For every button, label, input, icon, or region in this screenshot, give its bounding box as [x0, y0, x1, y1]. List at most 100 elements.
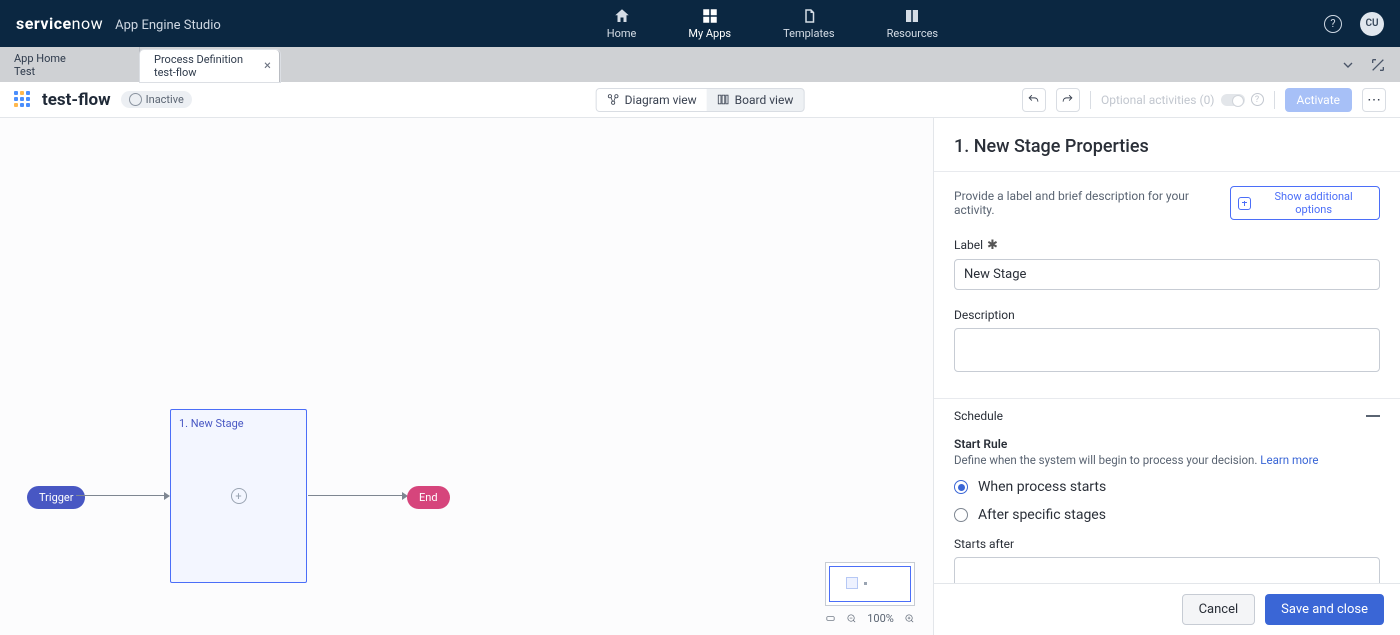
schedule-section: Start Rule Define when the system will b…: [934, 433, 1400, 583]
chevron-down-icon[interactable]: [1340, 57, 1356, 73]
tab-app-home[interactable]: App Home Test: [0, 47, 140, 82]
expand-icon[interactable]: [1370, 57, 1386, 73]
panel-footer: Cancel Save and close: [934, 583, 1400, 635]
zoom-in-icon[interactable]: [904, 613, 915, 624]
diagram-view-icon: [607, 93, 620, 106]
collapse-icon[interactable]: [1366, 415, 1380, 417]
undo-button[interactable]: [1022, 88, 1046, 112]
zoom-handle-icon[interactable]: [825, 613, 836, 624]
info-icon[interactable]: ?: [1251, 93, 1264, 106]
brand-logo: servicenow: [16, 14, 103, 33]
schedule-header: Schedule: [954, 409, 1003, 423]
add-activity-button[interactable]: +: [231, 488, 247, 504]
description-field: Description: [954, 308, 1380, 376]
show-additional-options-button[interactable]: Show additional options: [1230, 186, 1380, 220]
stage-node[interactable]: 1. New Stage +: [170, 409, 307, 583]
nav-center: Home My Apps Templates Resources: [221, 3, 1324, 44]
label-input[interactable]: [954, 259, 1380, 290]
tab-process-definition[interactable]: Process Definition test-flow ×: [140, 50, 280, 82]
apps-grid-icon: [701, 7, 719, 25]
save-and-close-button[interactable]: Save and close: [1265, 594, 1384, 625]
radio-icon: [954, 508, 968, 522]
minimap[interactable]: [825, 562, 915, 606]
flow-toolbar: test-flow Inactive Diagram view Board vi…: [0, 82, 1400, 118]
separator: [1090, 91, 1091, 109]
tab-process-sub: test-flow: [154, 66, 265, 79]
tab-app-home-sub: Test: [14, 65, 125, 78]
redo-icon: [1061, 93, 1074, 106]
tab-app-home-title: App Home: [14, 52, 125, 65]
diagram-view-button[interactable]: Diagram view: [597, 89, 707, 111]
nav-right: ? CU: [1324, 12, 1384, 36]
minimap-node: [864, 582, 867, 585]
panel-body: Provide a label and brief description fo…: [934, 171, 1400, 583]
minimap-stage: [846, 577, 858, 589]
diagram-canvas[interactable]: Trigger 1. New Stage + End 100%: [0, 118, 933, 635]
board-view-button[interactable]: Board view: [707, 89, 804, 111]
status-badge: Inactive: [121, 91, 192, 108]
brand-product: App Engine Studio: [115, 18, 221, 33]
starts-after-field: Starts after: [954, 537, 1380, 583]
label-field-label: Label✱: [954, 238, 1380, 253]
optional-activities-label: Optional activities (0) ?: [1101, 93, 1264, 107]
redo-button[interactable]: [1056, 88, 1080, 112]
nav-resources-label: Resources: [887, 27, 939, 40]
connector: [308, 495, 406, 496]
brand: servicenow App Engine Studio: [16, 14, 221, 33]
radio-when-process-starts[interactable]: When process starts: [954, 479, 1380, 495]
schedule-header-row[interactable]: Schedule: [934, 399, 1400, 433]
radio-after-specific-stages[interactable]: After specific stages: [954, 507, 1380, 523]
zoom-percent: 100%: [867, 612, 894, 625]
tab-strip: App Home Test Process Definition test-fl…: [0, 47, 1400, 82]
home-icon: [613, 7, 631, 25]
activate-button[interactable]: Activate: [1285, 88, 1353, 112]
zoom-out-icon[interactable]: [846, 613, 857, 624]
top-nav: servicenow App Engine Studio Home My App…: [0, 0, 1400, 47]
main-area: Trigger 1. New Stage + End 100% 1. New: [0, 118, 1400, 635]
radio-icon: [954, 480, 968, 494]
starts-after-label: Starts after: [954, 537, 1380, 551]
optional-activities-toggle[interactable]: [1221, 94, 1245, 106]
board-view-icon: [717, 93, 730, 106]
nav-templates-label: Templates: [783, 27, 834, 40]
stage-node-title: 1. New Stage: [171, 410, 306, 437]
close-tab-icon[interactable]: ×: [264, 59, 271, 74]
separator: [1274, 91, 1275, 109]
templates-icon: [800, 7, 818, 25]
nav-home-label: Home: [607, 27, 637, 40]
nav-resources[interactable]: Resources: [881, 3, 945, 44]
minimap-viewport: [829, 566, 911, 602]
panel-title: 1. New Stage Properties: [934, 118, 1400, 171]
board-view-label: Board view: [735, 93, 794, 107]
learn-more-link[interactable]: Learn more: [1260, 453, 1318, 467]
zoom-controls: 100%: [825, 606, 915, 625]
end-node[interactable]: End: [407, 486, 450, 509]
panel-help-text: Provide a label and brief description fo…: [954, 189, 1230, 217]
nav-home[interactable]: Home: [601, 3, 643, 44]
properties-panel: 1. New Stage Properties Provide a label …: [933, 118, 1400, 635]
nav-templates[interactable]: Templates: [777, 3, 840, 44]
radio-when-label: When process starts: [978, 479, 1106, 495]
panel-help-row: Provide a label and brief description fo…: [954, 186, 1380, 220]
start-rule-title: Start Rule: [954, 437, 1380, 451]
cancel-button[interactable]: Cancel: [1182, 594, 1256, 625]
description-field-label: Description: [954, 308, 1380, 322]
flow-icon: [14, 91, 32, 109]
undo-icon: [1027, 93, 1040, 106]
flow-title: test-flow: [42, 90, 111, 110]
tabstrip-controls: [1340, 47, 1400, 82]
avatar[interactable]: CU: [1360, 12, 1384, 36]
help-button[interactable]: ?: [1324, 15, 1342, 33]
connector: [76, 495, 168, 496]
trigger-node[interactable]: Trigger: [27, 486, 85, 509]
tab-process-title: Process Definition: [154, 53, 265, 66]
more-menu-button[interactable]: ⋯: [1362, 88, 1386, 112]
diagram-view-label: Diagram view: [625, 93, 697, 107]
nav-my-apps[interactable]: My Apps: [682, 3, 737, 44]
radio-after-label: After specific stages: [978, 507, 1106, 523]
nav-my-apps-label: My Apps: [688, 27, 731, 40]
start-rule-desc: Define when the system will begin to pro…: [954, 453, 1380, 467]
starts-after-input[interactable]: [954, 557, 1380, 583]
panel-section-main: Provide a label and brief description fo…: [934, 172, 1400, 398]
description-input[interactable]: [954, 328, 1380, 372]
